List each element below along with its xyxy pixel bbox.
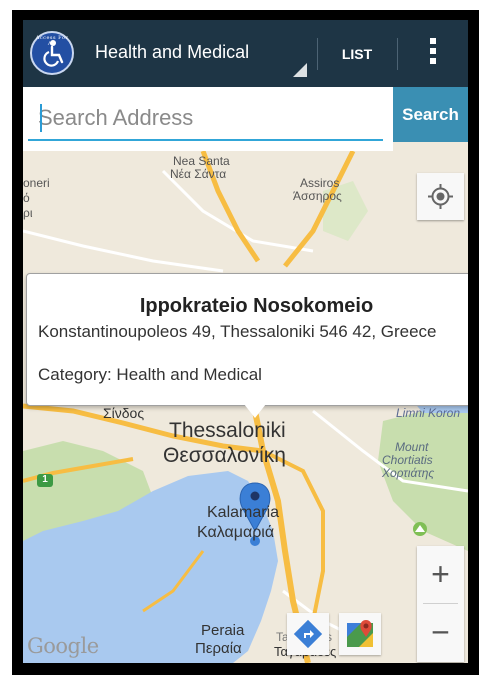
action-bar: Access For All Health and Medical LIST (23, 20, 468, 87)
spinner-dropdown-icon[interactable] (293, 63, 307, 77)
search-button[interactable]: Search (393, 87, 468, 142)
place-category: Category: Health and Medical (38, 365, 262, 384)
open-google-maps-button[interactable] (339, 613, 381, 655)
zoom-controls: + − (417, 546, 464, 662)
search-underline (28, 139, 383, 141)
info-window-body: Ippokrateio Nosokomeio Konstantinoupoleo… (26, 273, 468, 406)
highway-shield: 1 (42, 474, 48, 485)
map-label: Kalamaria (207, 504, 280, 521)
directions-button[interactable] (287, 613, 329, 655)
map-label: Καλαμαριά (197, 524, 275, 541)
wheelchair-icon (43, 40, 64, 67)
map-view[interactable]: Nea Santa Νέα Σάντα Assiros Άσσηρος oner… (23, 151, 468, 663)
overflow-menu-icon[interactable] (428, 38, 438, 72)
directions-icon (293, 619, 323, 649)
place-address: Konstantinoupoleos 49, Thessaloniki 546 … (38, 322, 437, 341)
device-frame: Access For All Health and Medical LIST S… (12, 10, 479, 675)
place-title: Ippokrateio Nosokomeio (139, 295, 374, 317)
map-label: ό (23, 191, 30, 205)
map-label: Thessaloniki (169, 419, 286, 442)
my-location-icon (428, 184, 453, 209)
map-label: Σίνδος (103, 405, 145, 421)
info-window-pointer (244, 404, 266, 418)
map-label: oneri (23, 176, 50, 190)
divider (317, 38, 318, 70)
category-spinner-label[interactable]: Health and Medical (95, 42, 249, 63)
map-label: Άσσηρος (293, 189, 342, 203)
map-label: Περαία (195, 640, 242, 657)
app-screen: Access For All Health and Medical LIST S… (23, 20, 468, 663)
marker-info-window[interactable]: Ippokrateio Nosokomeio Konstantinoupoleo… (26, 273, 468, 418)
divider (397, 38, 398, 70)
zoom-in-button[interactable]: + (417, 546, 464, 603)
map-label: Peraia (201, 622, 245, 639)
list-button[interactable]: LIST (327, 34, 387, 74)
text-cursor (40, 104, 42, 132)
search-input[interactable] (28, 101, 383, 135)
google-attribution: Google (27, 634, 99, 658)
google-maps-icon (347, 620, 373, 647)
my-location-button[interactable] (417, 173, 464, 220)
map-label: Χορτιάτης (382, 466, 435, 480)
map-label: Limni Koron (396, 406, 461, 420)
app-logo: Access For All (30, 31, 74, 75)
zoom-out-button[interactable]: − (417, 604, 464, 661)
search-field (23, 87, 393, 151)
map-label: Θεσσαλονίκη (163, 444, 286, 467)
map-label: ρι (23, 206, 33, 220)
map-label: Νέα Σάντα (170, 167, 227, 181)
